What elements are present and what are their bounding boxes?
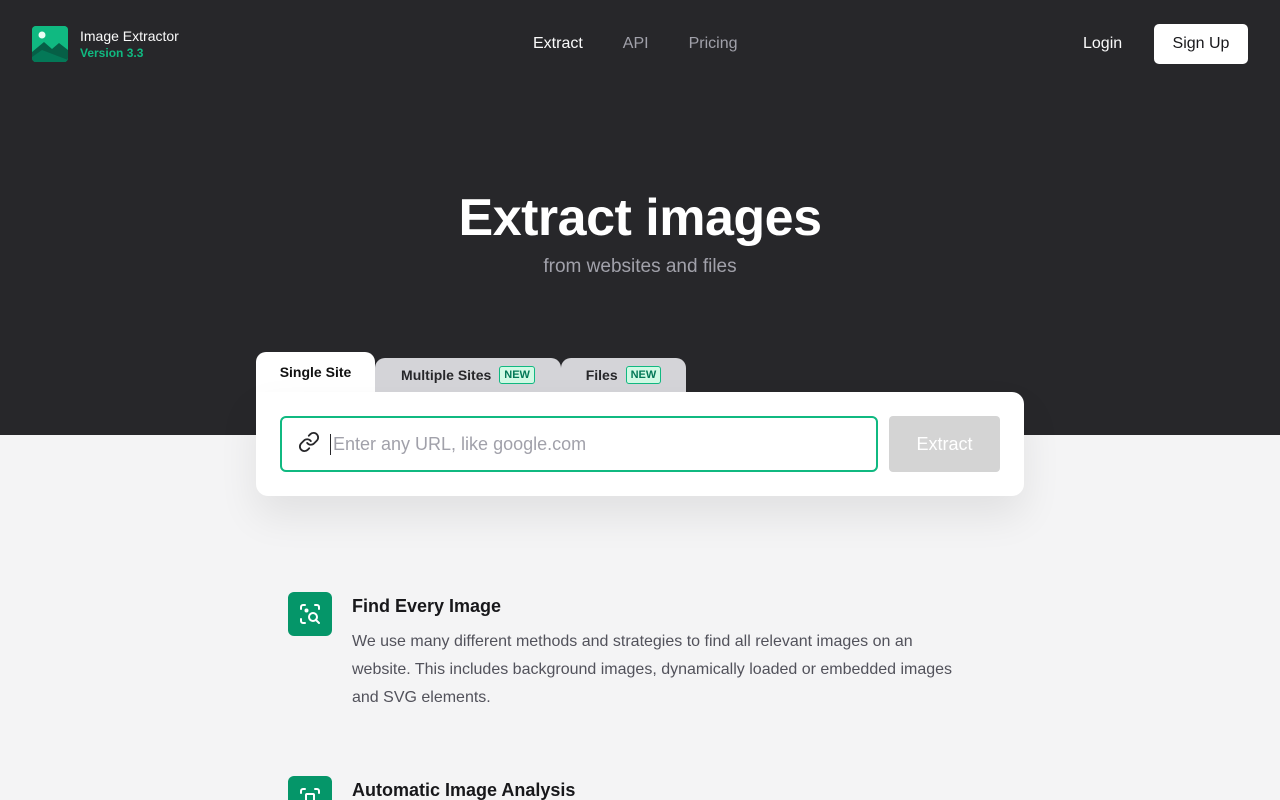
feature-description: We use many different methods and strate… <box>352 633 953 706</box>
main-nav: Extract API Pricing <box>513 33 758 55</box>
feature-automatic-image-analysis: Automatic Image Analysis <box>288 776 988 800</box>
hero-subtitle: from websites and files <box>543 256 737 277</box>
tab-multiple-sites[interactable]: Multiple Sites NEW <box>375 358 561 392</box>
signup-button[interactable]: Sign Up <box>1154 24 1248 64</box>
feature-title: Find Every Image <box>352 596 502 616</box>
url-field[interactable] <box>280 416 878 472</box>
tab-files[interactable]: Files NEW <box>561 358 686 392</box>
feature-find-every-image: Find Every Image We use many different m… <box>288 592 988 722</box>
login-link[interactable]: Login <box>1083 33 1122 55</box>
new-badge: NEW <box>499 366 535 384</box>
tab-label: Single Site <box>279 363 352 380</box>
tab-label: Multiple Sites <box>401 367 492 383</box>
feature-title: Automatic Image Analysis <box>352 780 576 800</box>
tab-label: Files <box>585 367 618 383</box>
tab-single-site[interactable]: Single Site <box>256 352 375 392</box>
app-logo-icon <box>32 26 68 62</box>
search-card: Extract <box>256 392 1024 496</box>
nav-extract[interactable]: Extract <box>513 33 603 55</box>
nav-api[interactable]: API <box>603 33 669 55</box>
app-version: Version 3.3 <box>80 46 144 60</box>
extract-button[interactable]: Extract <box>889 416 1000 472</box>
brand[interactable]: Image Extractor Version 3.3 <box>32 26 179 62</box>
hero-title: Extract images <box>458 189 822 247</box>
image-analysis-icon <box>288 776 332 800</box>
nav-pricing[interactable]: Pricing <box>669 33 758 55</box>
link-icon <box>298 431 320 458</box>
new-badge: NEW <box>625 366 662 384</box>
image-search-icon <box>288 592 332 636</box>
url-input[interactable] <box>330 433 850 455</box>
app-name: Image Extractor <box>80 28 179 44</box>
